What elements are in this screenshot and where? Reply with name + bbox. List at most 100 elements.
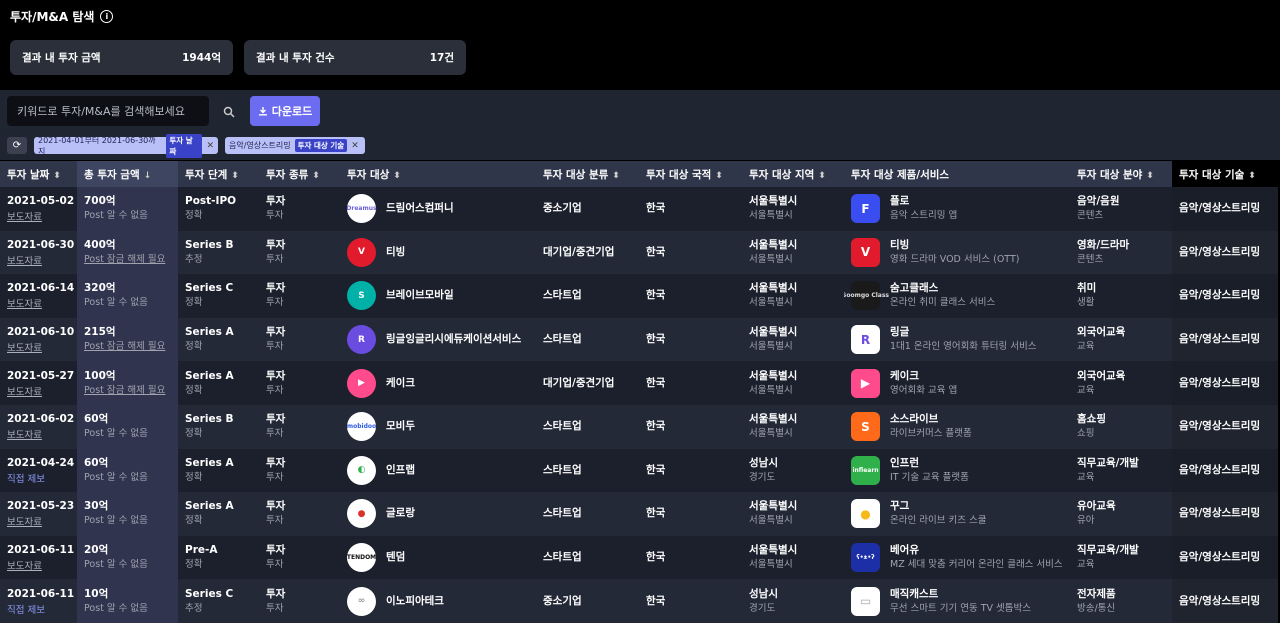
company-logo: V — [347, 237, 376, 267]
cell-company[interactable]: mobidoo 모비두 — [340, 404, 536, 449]
cell-company[interactable]: V 티빙 — [340, 230, 536, 275]
amount-note[interactable]: Post 잠금 해제 필요 — [84, 253, 178, 267]
table-row[interactable]: 2021-06-14 보도자료 320억 Post 알 수 없음 Series C 정확 투… — [0, 274, 1278, 318]
cell-product[interactable]: R 링글 1대1 온라인 영어회화 튜터링 서비스 — [844, 317, 1070, 362]
company-name[interactable]: 브레이브모바일 — [386, 288, 454, 303]
table-row[interactable]: 2021-05-02 보도자료 700억 Post 알 수 없음 Post-IPO 정확 투… — [0, 187, 1278, 231]
company-name[interactable]: 드림어스컴퍼니 — [386, 201, 454, 216]
cell-region: 서울특별시 서울특별시 — [742, 535, 844, 580]
cell-product[interactable]: inflearn 인프런 IT 기술 교육 플랫폼 — [844, 448, 1070, 493]
region-sub: 서울특별시 — [749, 341, 793, 353]
product-name[interactable]: 케이크 — [890, 369, 957, 384]
cell-company[interactable]: Dreamus 드림어스컴퍼니 — [340, 187, 536, 231]
source-link[interactable]: 보도자료 — [7, 558, 77, 572]
product-desc: 무선 스마트 기기 연동 TV 셋톱박스 — [890, 602, 1032, 614]
cell-product[interactable]: ▭ 매직캐스트 무선 스마트 기기 연동 TV 셋톱박스 — [844, 579, 1070, 623]
cell-tech: 음악/영상스트리밍 — [1172, 404, 1278, 449]
col-header-region[interactable]: 투자 대상 지역 ⬍ — [742, 161, 844, 187]
source-link[interactable]: 직접 제보 — [7, 471, 77, 485]
close-icon[interactable]: ✕ — [351, 141, 359, 151]
cell-field: 유아교육 유아 — [1070, 492, 1172, 536]
amount-note[interactable]: Post 잠금 해제 필요 — [84, 340, 178, 354]
col-header-country[interactable]: 투자 대상 국적 ⬍ — [639, 161, 742, 187]
product-name[interactable]: 숨고클래스 — [890, 281, 995, 296]
stage-text: Series A — [185, 500, 234, 513]
col-header-field[interactable]: 투자 대상 분야 ⬍ — [1070, 161, 1172, 187]
table-row[interactable]: 2021-06-11 직접 제보 10억 Post 알 수 없음 Series C 추정 투… — [0, 579, 1278, 623]
table-row[interactable]: 2021-05-23 보도자료 30억 Post 알 수 없음 Series A 정확 투자… — [0, 492, 1278, 536]
stat-label: 결과 내 투자 금액 — [22, 52, 101, 64]
cell-company[interactable]: S 브레이브모바일 — [340, 274, 536, 318]
table-row[interactable]: 2021-06-10 보도자료 215억 Post 잠금 해제 필요 Series A정… — [0, 317, 1278, 362]
col-header-tech[interactable]: 투자 대상 기술 ⬍ — [1172, 161, 1278, 187]
reset-filters-button[interactable]: ⟳ — [7, 137, 27, 154]
country-text: 한국 — [646, 420, 666, 433]
company-name[interactable]: 텐덤 — [386, 550, 405, 565]
product-name[interactable]: 티빙 — [890, 238, 1019, 253]
cell-company[interactable]: ● 글로랑 — [340, 492, 536, 536]
field-text: 전자제품 — [1077, 587, 1116, 600]
amount-note[interactable]: Post 잠금 해제 필요 — [84, 384, 178, 398]
field-text: 외국어교육 — [1077, 369, 1126, 382]
source-link[interactable]: 보도자료 — [7, 427, 77, 441]
source-link[interactable]: 보도자료 — [7, 384, 77, 398]
cell-company[interactable]: ◐ 인프랩 — [340, 448, 536, 493]
company-name[interactable]: 티빙 — [386, 245, 405, 260]
source-link[interactable]: 보도자료 — [7, 514, 77, 528]
company-name[interactable]: 링글잉글리시에듀케이션서비스 — [386, 332, 521, 347]
product-name[interactable]: 소스라이브 — [890, 412, 972, 427]
col-header-category[interactable]: 투자 대상 분류 ⬍ — [536, 161, 639, 187]
source-link[interactable]: 보도자료 — [7, 209, 77, 223]
company-name[interactable]: 케이크 — [386, 376, 415, 391]
close-icon[interactable]: ✕ — [206, 141, 214, 151]
filter-chip-date[interactable]: 2021-04-01부터 2021-06-30까지 투자 날짜 ✕ — [34, 133, 218, 158]
table-row[interactable]: 2021-06-30 보도자료 400억 Post 잠금 해제 필요 Series B 추… — [0, 230, 1278, 275]
company-name[interactable]: 글로랑 — [386, 506, 415, 521]
search-button[interactable] — [215, 98, 243, 126]
col-header-type[interactable]: 투자 종류 ⬍ — [259, 161, 340, 187]
table-row[interactable]: 2021-06-02 보도자료 60억 Post 알 수 없음 Series B 정확 투자… — [0, 404, 1278, 449]
type-note: 투자 — [266, 297, 284, 309]
table-row[interactable]: 2021-06-11 보도자료 20억 Post 알 수 없음 Pre-A 정확 투자 투자 T… — [0, 535, 1278, 580]
col-header-amount[interactable]: 총 투자 금액 ↓ — [77, 161, 178, 187]
product-name[interactable]: 플로 — [890, 194, 957, 209]
product-name[interactable]: 매직캐스트 — [890, 587, 1031, 602]
source-link[interactable]: 직접 제보 — [7, 602, 77, 616]
col-header-date[interactable]: 투자 날짜 ⬍ — [0, 161, 77, 187]
cell-company[interactable]: ▶ 케이크 — [340, 361, 536, 405]
cell-product[interactable]: ʕ•ᴥ•ʔ 베어유 MZ 세대 맞춤 커리어 온라인 클래스 서비스 — [844, 535, 1070, 580]
company-name[interactable]: 이노피아테크 — [386, 594, 444, 609]
company-name[interactable]: 모비두 — [386, 419, 415, 434]
cell-product[interactable]: ▶ 케이크 영어회화 교육 앱 — [844, 361, 1070, 405]
cell-product[interactable]: V 티빙 영화 드라마 VOD 서비스 (OTT) — [844, 230, 1070, 275]
cell-product[interactable]: F 플로 음악 스트리밍 앱 — [844, 187, 1070, 231]
col-header-product[interactable]: 투자 대상 제품/서비스 — [844, 161, 1070, 187]
info-icon[interactable]: i — [100, 10, 114, 23]
cell-field: 직무교육/개발 교육 — [1070, 535, 1172, 580]
product-name[interactable]: 인프런 — [890, 456, 969, 471]
filter-chip-tech[interactable]: 음악/영상스트리밍 투자 대상 기술 ✕ — [225, 137, 365, 154]
source-link[interactable]: 보도자료 — [7, 296, 77, 310]
table-row[interactable]: 2021-05-27 보도자료 100억 Post 잠금 해제 필요 Series A 정… — [0, 361, 1278, 405]
cell-product[interactable]: S 소스라이브 라이브커머스 플랫폼 — [844, 404, 1070, 449]
search-input[interactable] — [7, 96, 209, 126]
product-name[interactable]: 꾸그 — [890, 499, 986, 514]
product-name[interactable]: 링글 — [890, 325, 1037, 340]
company-logo: mobidoo — [347, 412, 376, 442]
cell-company[interactable]: R 링글잉글리시에듀케이션서비스 — [340, 317, 536, 362]
cell-company[interactable]: TENDOM 텐덤 — [340, 535, 536, 580]
company-name[interactable]: 인프랩 — [386, 463, 415, 478]
source-link[interactable]: 보도자료 — [7, 253, 77, 267]
cell-amount: 700억 Post 알 수 없음 — [77, 187, 178, 231]
col-header-company[interactable]: 투자 대상 ⬍ — [340, 161, 536, 187]
source-link[interactable]: 보도자료 — [7, 340, 77, 354]
cell-type: 투자 투자 — [259, 535, 340, 580]
stage-text: Series B — [185, 238, 234, 251]
cell-product[interactable]: ● 꾸그 온라인 라이브 키즈 스쿨 — [844, 492, 1070, 536]
cell-company[interactable]: ∞ 이노피아테크 — [340, 579, 536, 623]
product-name[interactable]: 베어유 — [890, 543, 1063, 558]
cell-product[interactable]: Soomgo Class 숨고클래스 온라인 취미 클래스 서비스 — [844, 274, 1070, 318]
table-row[interactable]: 2021-04-24 직접 제보 60억 Post 알 수 없음 Series A 정확 투… — [0, 448, 1278, 493]
download-button[interactable]: 다운로드 — [250, 96, 320, 126]
col-header-stage[interactable]: 투자 단계 ⬍ — [178, 161, 259, 187]
